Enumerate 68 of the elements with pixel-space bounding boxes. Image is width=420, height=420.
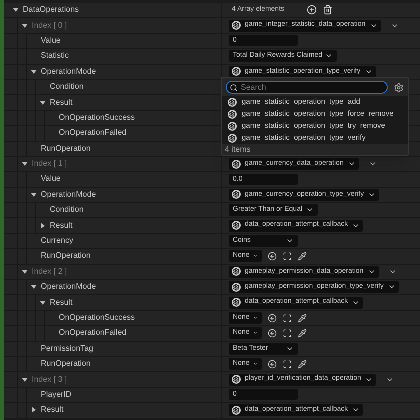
browse-icon[interactable] (268, 328, 277, 338)
expand-arrow[interactable] (41, 222, 45, 229)
browse-icon[interactable] (268, 360, 277, 369)
property-label: OnOperationSuccess (59, 312, 136, 324)
property-label: Currency (41, 235, 74, 248)
item-count: 4 items (224, 144, 252, 155)
asset-icon (228, 110, 237, 118)
property-label: RunOperation (41, 142, 91, 155)
property-label: OnOperationFailed (59, 127, 127, 140)
property-label: DataOperations (23, 4, 80, 16)
asset-icon (232, 221, 241, 230)
property-label: Result (50, 220, 73, 232)
collapse-arrow[interactable] (22, 162, 28, 166)
asset-icon (232, 21, 241, 30)
property-label: Statistic (41, 50, 70, 62)
collapse-arrow[interactable] (31, 192, 37, 197)
eyedropper-icon[interactable] (298, 252, 307, 261)
asset-icon (232, 267, 241, 276)
property-label: Result (50, 296, 73, 309)
property-label: RunOperation (41, 250, 91, 262)
collapse-arrow[interactable] (13, 8, 19, 12)
asset-icon (228, 122, 237, 130)
search-icon (230, 84, 238, 92)
select-icon[interactable] (283, 252, 292, 261)
property-label: OperationMode (41, 66, 96, 78)
eyedropper-icon[interactable] (298, 328, 307, 338)
collapse-arrow[interactable] (22, 378, 28, 382)
asset-icon (232, 282, 241, 292)
delete-icon[interactable] (322, 5, 333, 16)
expand-arrow[interactable] (32, 407, 36, 414)
property-label: RunOperation (41, 358, 91, 370)
collapse-arrow[interactable] (31, 285, 37, 290)
property-label: Index [ 0 ] (32, 20, 68, 32)
asset-icon (232, 190, 241, 200)
property-label: Result (50, 96, 73, 109)
add-icon[interactable] (306, 5, 317, 16)
property-label: Index [ 2 ] (32, 266, 68, 278)
property-label: Index [ 3 ] (32, 374, 68, 386)
eyedropper-icon[interactable] (298, 360, 307, 369)
property-label: Value (41, 173, 61, 186)
property-label: Value (41, 34, 61, 47)
collapse-arrow[interactable] (31, 70, 37, 74)
property-label: OperationMode (41, 188, 96, 201)
eyedropper-icon[interactable] (298, 314, 307, 322)
collapse-arrow[interactable] (40, 300, 46, 305)
property-label: PermissionTag (41, 342, 94, 355)
property-label: Index [ 1 ] (32, 158, 68, 170)
select-icon[interactable] (283, 314, 292, 322)
settings-icon[interactable] (394, 82, 404, 92)
collapse-arrow[interactable] (22, 24, 28, 28)
asset-icon (232, 298, 241, 308)
property-label: Condition (50, 81, 84, 94)
browse-icon[interactable] (268, 252, 277, 261)
property-label: Result (41, 404, 64, 416)
asset-icon (232, 160, 241, 169)
collapse-arrow[interactable] (40, 100, 46, 105)
asset-icon (232, 375, 241, 384)
search-field[interactable]: Search (226, 81, 388, 94)
property-label: OperationMode (41, 281, 96, 294)
property-label: OnOperationSuccess (59, 112, 136, 124)
property-label: OnOperationFailed (59, 327, 127, 340)
asset-icon (232, 406, 241, 415)
property-label: PlayerID (41, 388, 72, 401)
browse-icon[interactable] (268, 314, 277, 322)
select-icon[interactable] (283, 328, 292, 338)
property-label: Condition (50, 204, 84, 216)
collapse-arrow[interactable] (22, 270, 28, 274)
select-icon[interactable] (283, 360, 292, 369)
